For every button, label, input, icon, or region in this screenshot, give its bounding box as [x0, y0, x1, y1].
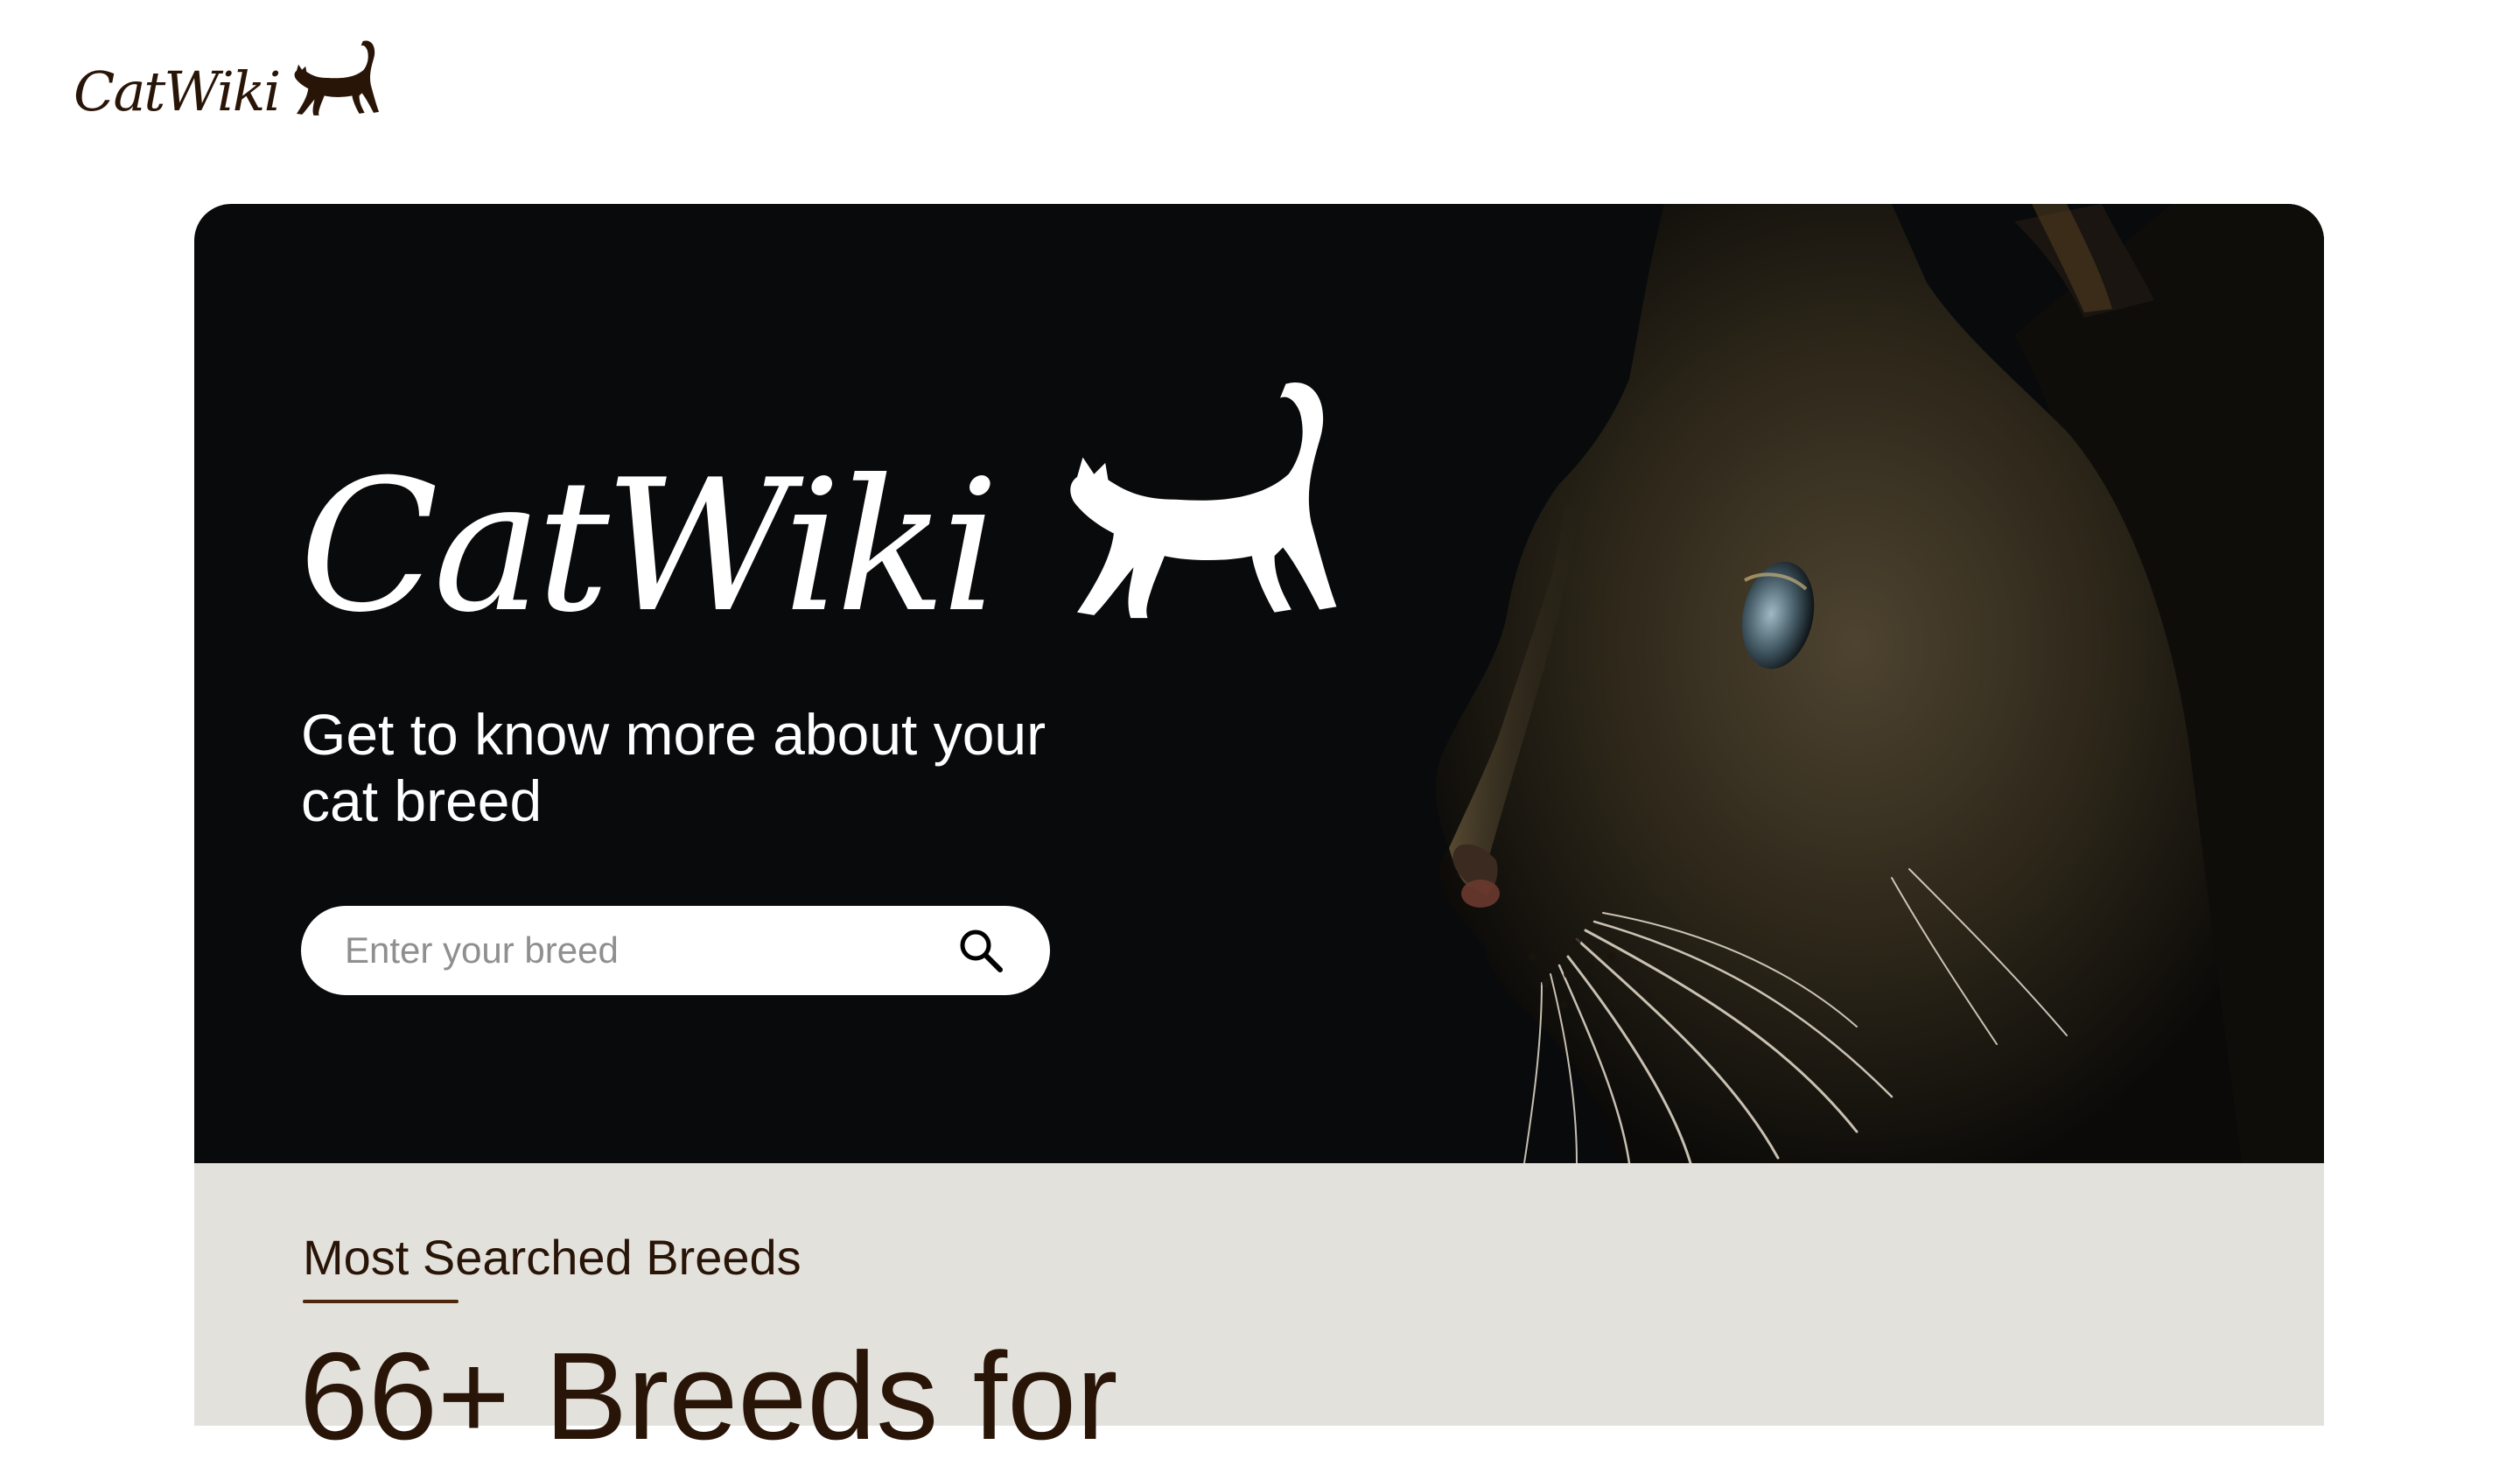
- breed-search-input[interactable]: [343, 929, 942, 972]
- cat-photo: [1402, 204, 2324, 1163]
- cat-logo-icon: [294, 40, 380, 116]
- hero-banner: CatWiki Get to know more about your cat …: [194, 204, 2324, 1163]
- logo-wordmark: CatWiki: [74, 60, 281, 123]
- hero-logo: CatWiki: [299, 375, 1362, 638]
- hero-tagline: Get to know more about your cat breed: [301, 702, 1046, 833]
- section-subtitle: Most Searched Breeds: [303, 1230, 802, 1285]
- breed-search-box[interactable]: [301, 906, 1050, 995]
- cat-silhouette-icon: [1070, 382, 1337, 619]
- site-logo[interactable]: CatWiki: [74, 39, 382, 119]
- subtitle-underline: [303, 1300, 458, 1303]
- top-bar: CatWiki: [0, 0, 2520, 175]
- search-icon[interactable]: [957, 927, 1004, 979]
- hero-wordmark: CatWiki: [299, 441, 999, 653]
- section-headline: 66+ Breeds for: [299, 1327, 1118, 1466]
- most-searched-section: Most Searched Breeds 66+ Breeds for: [194, 1163, 2324, 1459]
